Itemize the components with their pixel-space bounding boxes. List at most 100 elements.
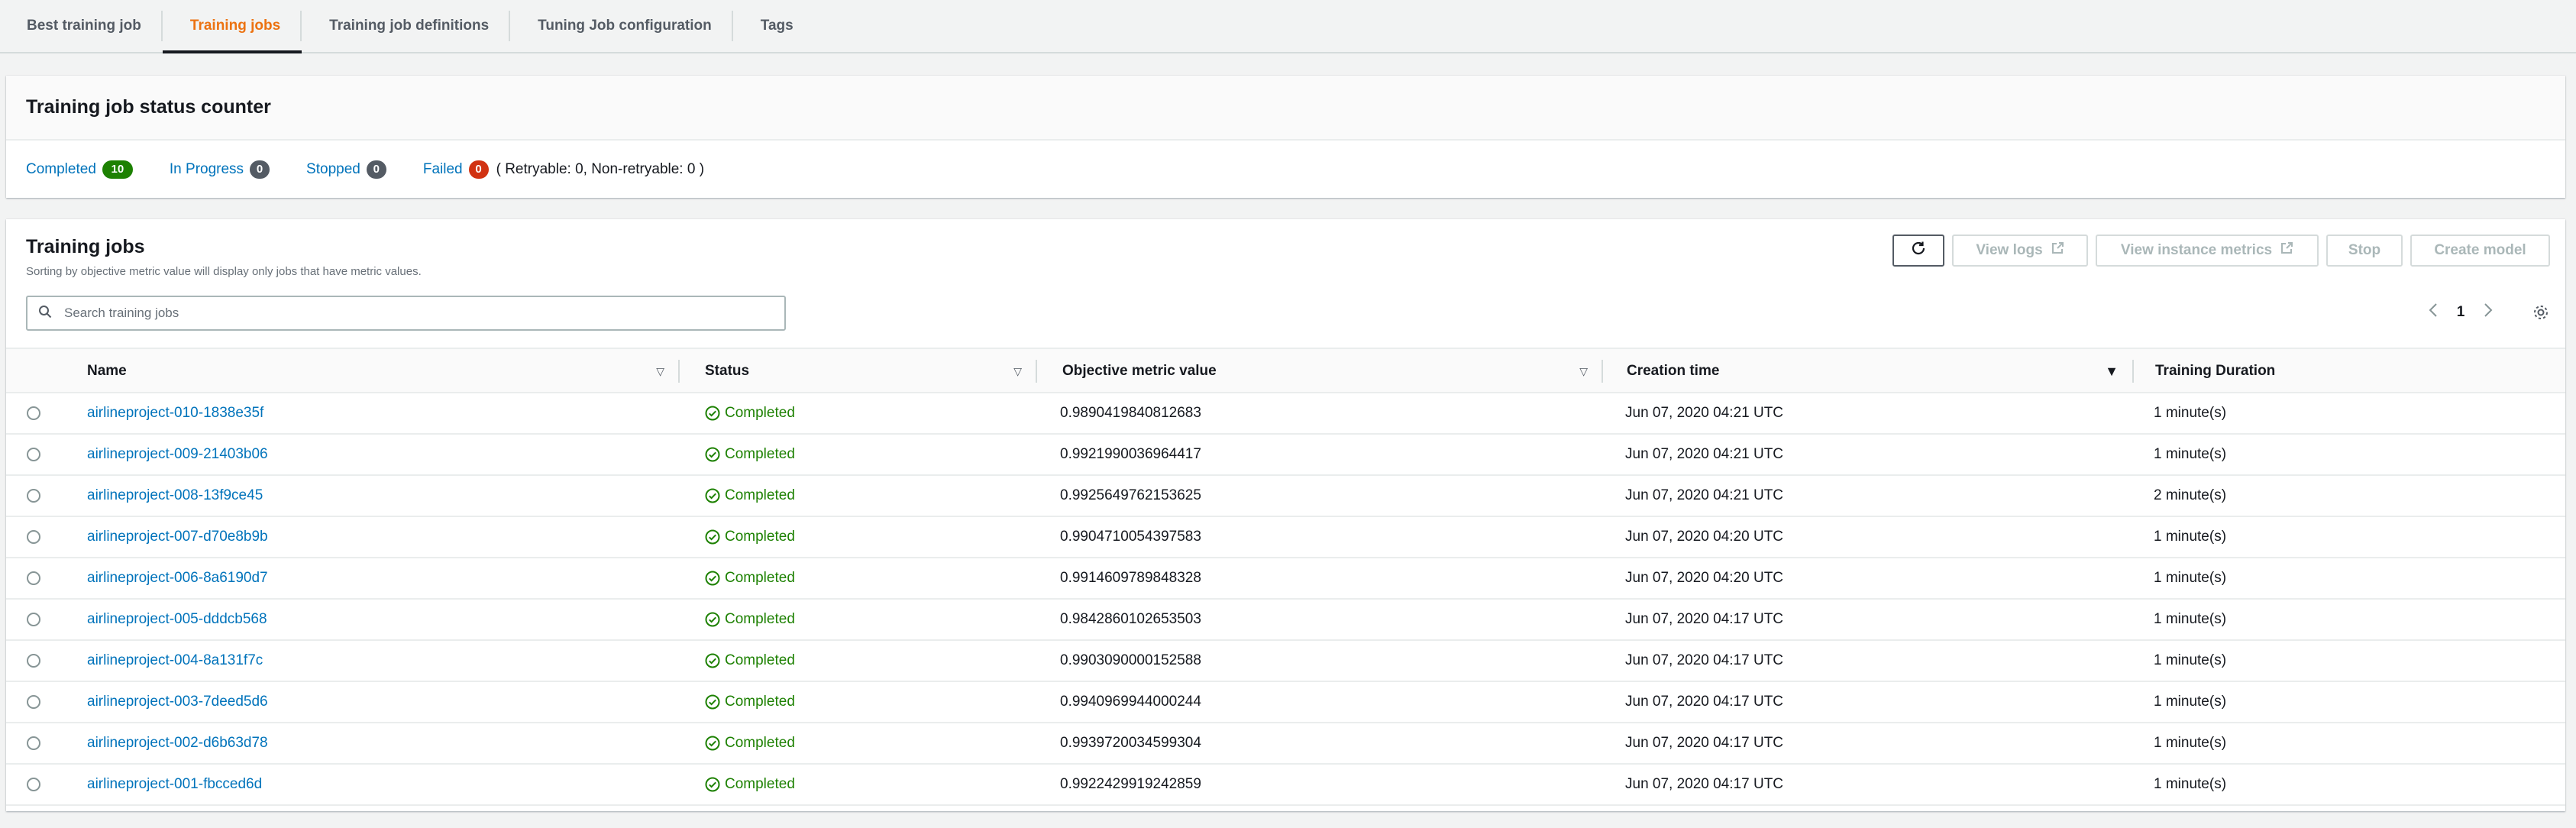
row-select-radio[interactable] [27, 406, 40, 420]
training-duration-cell: 1 minute(s) [2154, 735, 2227, 751]
table-row[interactable]: airlineproject-009-21403b06 Completed 0.99… [6, 435, 2565, 476]
row-select-radio[interactable] [27, 571, 40, 585]
job-status-cell: Completed [705, 558, 795, 598]
job-name-link[interactable]: airlineproject-001-fbcced6d [87, 776, 262, 793]
tab-training-jobs[interactable]: Training jobs [162, 0, 302, 53]
job-status-text: Completed [725, 652, 795, 668]
creation-time-cell: Jun 07, 2020 04:21 UTC [1625, 405, 1784, 421]
table-row[interactable]: airlineproject-010-1838e35f Completed 0.98… [6, 393, 2565, 435]
status-success-icon [705, 653, 720, 668]
column-divider [1602, 360, 1603, 383]
tab-best-training-job[interactable]: Best training job [0, 0, 163, 52]
objective-metric-cell: 0.9940969944000244 [1060, 694, 1201, 710]
sort-icon: ▽ [1013, 364, 1022, 377]
tab-tuning-job-configuration[interactable]: Tuning Job configuration [510, 0, 733, 52]
column-header-objective-metric[interactable]: Objective metric value ▽ [1042, 349, 1603, 393]
job-status-text: Completed [725, 611, 795, 627]
job-name-link[interactable]: airlineproject-009-21403b06 [87, 446, 268, 463]
objective-metric-cell: 0.9939720034599304 [1060, 735, 1201, 751]
training-duration-cell: 2 minute(s) [2154, 487, 2227, 503]
creation-time-cell: Jun 07, 2020 04:17 UTC [1625, 776, 1784, 792]
counter-failed: Failed 0 ( Retryable: 0, Non-retryable: … [423, 160, 704, 179]
job-status-cell: Completed [705, 682, 795, 722]
row-select-radio[interactable] [27, 448, 40, 461]
previous-page-icon[interactable] [2419, 302, 2447, 322]
job-name-cell: airlineproject-006-8a6190d7 [87, 558, 268, 598]
row-select-radio[interactable] [27, 530, 40, 544]
stop-button[interactable]: Stop [2326, 234, 2403, 267]
row-select-radio[interactable] [27, 613, 40, 626]
search-input[interactable] [63, 305, 750, 322]
tab-label: Training jobs [189, 18, 281, 34]
row-select-radio[interactable] [27, 695, 40, 709]
table-row[interactable]: airlineproject-007-d70e8b9b Completed 0.99… [6, 517, 2565, 558]
job-name-link[interactable]: airlineproject-002-d6b63d78 [87, 735, 268, 752]
table-row[interactable]: airlineproject-004-8a131f7c Completed 0.99… [6, 641, 2565, 682]
training-duration-cell: 1 minute(s) [2154, 570, 2227, 586]
column-header-name[interactable]: Name ▽ [69, 349, 680, 393]
job-name-cell: airlineproject-009-21403b06 [87, 435, 268, 474]
table-row[interactable]: airlineproject-006-8a6190d7 Completed 0.99… [6, 558, 2565, 600]
table-row[interactable]: airlineproject-003-7deed5d6 Completed 0.99… [6, 682, 2565, 723]
view-instance-metrics-button[interactable]: View instance metrics [2096, 234, 2319, 267]
status-success-icon [705, 694, 720, 710]
refresh-button[interactable] [1892, 234, 1944, 267]
view-metrics-label: View instance metrics [2120, 242, 2273, 258]
view-logs-button[interactable]: View logs [1952, 234, 2088, 267]
tab-training-job-definitions[interactable]: Training job definitions [302, 0, 511, 52]
table-row[interactable]: airlineproject-005-dddcb568 Completed 0.98… [6, 600, 2565, 641]
row-select-radio[interactable] [27, 489, 40, 503]
status-success-icon [705, 571, 720, 586]
next-page-icon[interactable] [2474, 302, 2502, 322]
column-header-status[interactable]: Status ▽ [686, 349, 1037, 393]
in-progress-count-badge: 0 [250, 160, 270, 179]
search-icon [38, 305, 52, 322]
tab-bar: Best training job Training jobs Training… [0, 0, 2576, 53]
table-row[interactable]: airlineproject-008-13f9ce45 Completed 0.99… [6, 476, 2565, 517]
job-name-link[interactable]: airlineproject-005-dddcb568 [87, 611, 267, 628]
job-status-text: Completed [725, 776, 795, 792]
table-row[interactable]: airlineproject-002-d6b63d78 Completed 0.99… [6, 723, 2565, 765]
create-model-button[interactable]: Create model [2410, 234, 2550, 267]
job-status-text: Completed [725, 405, 795, 421]
row-select-radio[interactable] [27, 654, 40, 668]
job-name-link[interactable]: airlineproject-006-8a6190d7 [87, 570, 268, 587]
completed-link[interactable]: Completed [26, 161, 96, 178]
status-success-icon [705, 529, 720, 545]
job-name-link[interactable]: airlineproject-004-8a131f7c [87, 652, 263, 669]
status-success-icon [705, 612, 720, 627]
table-row[interactable]: airlineproject-001-fbcced6d Completed 0.99… [6, 765, 2565, 806]
objective-metric-cell: 0.9903090000152588 [1060, 652, 1201, 668]
job-name-link[interactable]: airlineproject-008-13f9ce45 [87, 487, 263, 504]
row-select-radio[interactable] [27, 778, 40, 791]
creation-time-cell: Jun 07, 2020 04:20 UTC [1625, 570, 1784, 586]
creation-time-cell: Jun 07, 2020 04:17 UTC [1625, 611, 1784, 627]
job-status-cell: Completed [705, 641, 795, 681]
job-status-cell: Completed [705, 723, 795, 763]
tab-label: Training job definitions [329, 18, 490, 34]
table-body: airlineproject-010-1838e35f Completed 0.98… [6, 393, 2565, 806]
status-success-icon [705, 777, 720, 792]
tab-label: Tags [760, 18, 793, 34]
failed-link[interactable]: Failed [423, 161, 463, 178]
job-name-link[interactable]: airlineproject-003-7deed5d6 [87, 694, 268, 710]
column-header-creation-time[interactable]: Creation time ▼ [1607, 349, 2134, 393]
job-name-link[interactable]: airlineproject-007-d70e8b9b [87, 529, 268, 545]
column-header-training-duration[interactable]: Training Duration [2137, 349, 2565, 393]
status-counter-title: Training job status counter [6, 76, 2565, 141]
training-duration-cell: 1 minute(s) [2154, 652, 2227, 668]
creation-time-cell: Jun 07, 2020 04:21 UTC [1625, 487, 1784, 503]
training-jobs-table: Name ▽ Status ▽ Objective metric value ▽… [6, 348, 2565, 806]
stopped-link[interactable]: Stopped [306, 161, 360, 178]
job-name-cell: airlineproject-004-8a131f7c [87, 641, 263, 681]
in-progress-link[interactable]: In Progress [170, 161, 244, 178]
settings-gear-icon[interactable] [2526, 298, 2555, 327]
job-name-link[interactable]: airlineproject-010-1838e35f [87, 405, 263, 422]
current-page-number[interactable]: 1 [2447, 304, 2474, 321]
job-name-cell: airlineproject-007-d70e8b9b [87, 517, 268, 557]
job-status-text: Completed [725, 446, 795, 462]
pagination: 1 [2419, 297, 2502, 328]
tab-tags[interactable]: Tags [733, 0, 815, 52]
job-name-cell: airlineproject-005-dddcb568 [87, 600, 267, 639]
row-select-radio[interactable] [27, 736, 40, 750]
